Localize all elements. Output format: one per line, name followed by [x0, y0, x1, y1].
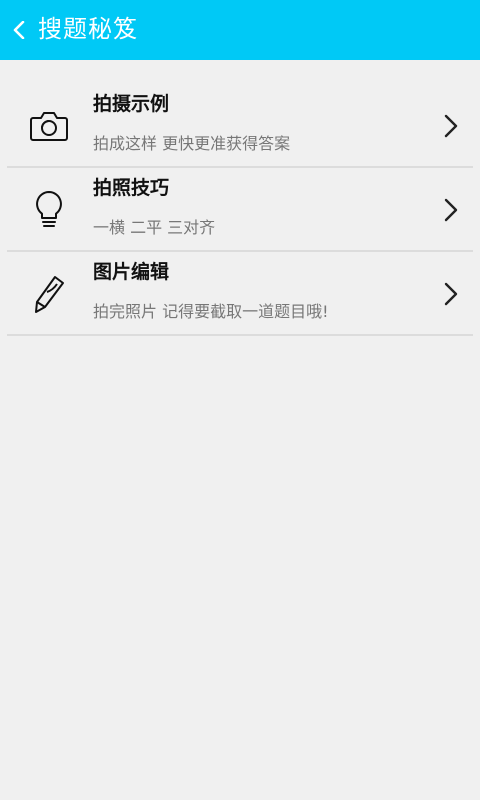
tips-list: 拍摄示例 拍成这样 更快更准获得答案 拍照技巧 一横 二平 三对齐 图片编辑 拍…	[7, 84, 473, 336]
list-item-shooting-example[interactable]: 拍摄示例 拍成这样 更快更准获得答案	[7, 84, 473, 168]
chevron-right-icon	[444, 282, 458, 306]
chevron-right-icon	[444, 114, 458, 138]
pencil-icon	[35, 276, 64, 313]
title-bar: 搜题秘笈	[0, 0, 480, 60]
list-item-photo-tips[interactable]: 拍照技巧 一横 二平 三对齐	[7, 168, 473, 252]
page-title: 搜题秘笈	[38, 15, 138, 43]
item-title: 拍照技巧	[93, 177, 170, 199]
back-button[interactable]	[0, 0, 36, 60]
camera-icon	[30, 112, 68, 141]
item-title: 图片编辑	[93, 261, 170, 283]
item-title: 拍摄示例	[93, 93, 170, 115]
lightbulb-icon	[36, 191, 62, 227]
item-subtitle: 拍完照片 记得要截取一道题目哦!	[93, 302, 329, 321]
item-subtitle: 拍成这样 更快更准获得答案	[93, 134, 291, 153]
chevron-left-icon	[13, 21, 25, 39]
list-item-image-editing[interactable]: 图片编辑 拍完照片 记得要截取一道题目哦!	[7, 252, 473, 336]
chevron-right-icon	[444, 198, 458, 222]
item-subtitle: 一横 二平 三对齐	[93, 218, 216, 237]
